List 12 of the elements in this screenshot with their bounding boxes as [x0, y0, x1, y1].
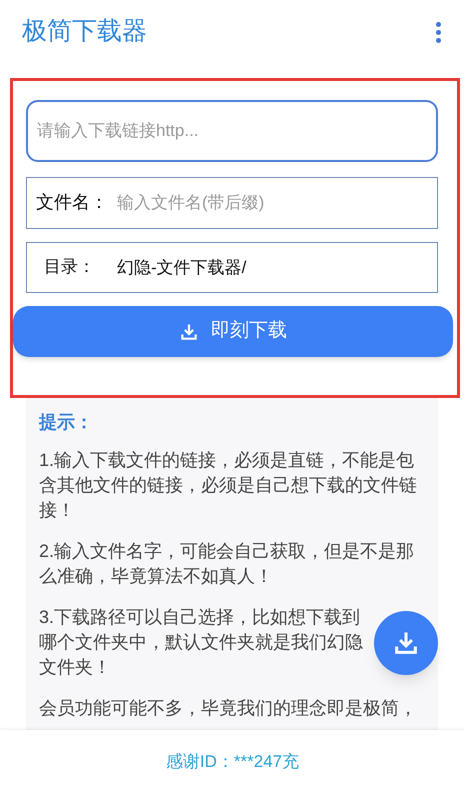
tip-paragraph: 1.输入下载文件的链接，必须是直链，不能是包含其他文件的链接，必须是自己想下载的文件链接！	[39, 449, 418, 522]
url-input-field[interactable]: 请输入下载链接http...	[26, 100, 438, 162]
tip-paragraph: 会员功能可能不多，毕竟我们的理念即是极简，	[39, 697, 418, 720]
tips-title: 提示：	[39, 411, 94, 434]
directory-label: 目录：	[44, 256, 95, 278]
app-title: 极简下载器	[22, 16, 147, 47]
tip-paragraph: 2.输入文件名字，可能会自己获取，但是不是那么准确，毕竟算法不如真人！	[39, 540, 416, 588]
tip-paragraph: 3.下载路径可以自己选择，比如想下载到哪个文件夹中，默认文件夹就是我们幻隐文件夹！	[39, 606, 364, 679]
filename-label: 文件名：	[36, 191, 108, 214]
footer-text: 感谢ID：***247充	[166, 751, 300, 774]
download-icon	[179, 322, 199, 342]
download-button[interactable]: 即刻下载	[13, 306, 453, 357]
